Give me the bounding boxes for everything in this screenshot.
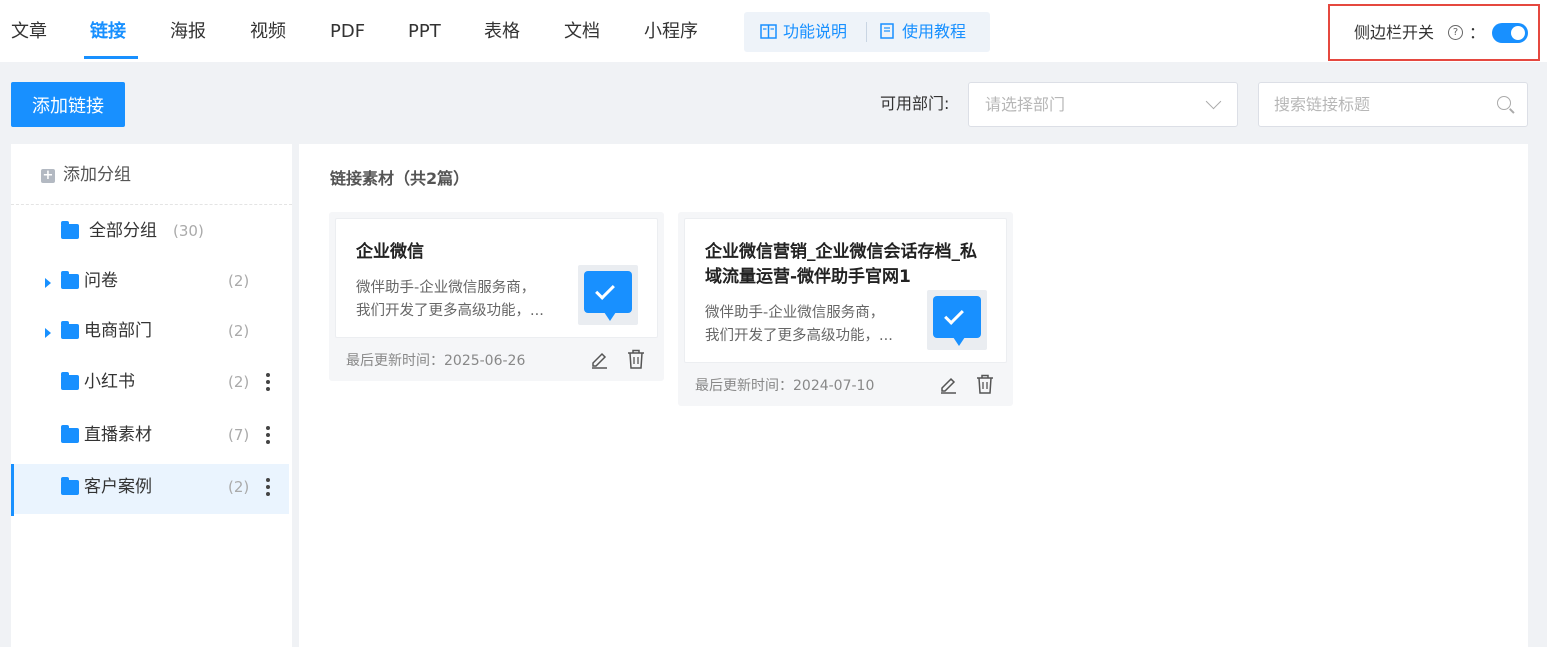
help-divider [866,22,867,42]
tutorial-label: 使用教程 [902,22,967,41]
department-select[interactable]: 请选择部门 [968,82,1238,127]
card-title: 企业微信 [356,242,424,262]
sidebar-toggle-switch[interactable] [1492,23,1528,43]
chevron-down-icon [1205,93,1222,110]
folder-icon [61,425,79,443]
group-name: 客户案例 [84,477,152,497]
plus-icon: + [41,168,55,183]
tab-spreadsheet[interactable]: 表格 [484,20,520,44]
folder-icon [61,321,79,339]
tab-poster[interactable]: 海报 [170,20,206,44]
card-description-line: 微伴助手-企业微信服务商， [356,280,536,296]
group-item-all[interactable]: 全部分组 (30) [11,208,289,258]
document-icon [880,23,894,39]
top-tab-bar: 文章 链接 海报 视频 PDF PPT 表格 文档 小程序 功能说明 使用教程 … [0,0,1547,62]
card-body: 企业微信 微伴助手-企业微信服务商， 我们开发了更多高级功能，... [335,218,658,338]
sidebar-divider [11,204,292,205]
card-description-line: 我们开发了更多高级功能，... [705,328,893,344]
department-label: 可用部门: [880,94,950,113]
group-count: (2) [228,478,250,496]
tab-document[interactable]: 文档 [564,20,600,44]
card-title: 企业微信营销_企业微信会话存档_私域流量运营-微伴助手官网1 [705,242,977,287]
check-icon [595,280,615,300]
chat-bubble-icon [933,296,981,346]
tab-video[interactable]: 视频 [250,20,286,44]
folder-icon [61,271,79,289]
active-tab-indicator [84,56,138,59]
check-icon [944,305,964,325]
group-count: (2) [228,272,250,290]
card-description-line: 微伴助手-企业微信服务商， [705,305,885,321]
search-icon[interactable] [1497,96,1511,110]
more-vertical-icon[interactable] [266,478,270,498]
card-description-line: 我们开发了更多高级功能，... [356,303,544,319]
group-name: 问卷 [84,271,118,291]
group-count: (2) [228,373,250,391]
group-item-customer-cases[interactable]: 客户案例 (2) [11,464,289,516]
group-item-ecommerce[interactable]: 电商部门 (2) [11,308,289,358]
switch-knob [1511,26,1525,40]
group-sidebar: + 添加分组 全部分组 (30) 问卷 (2) 电商部门 (2) 小红书 (2) … [11,144,292,647]
tab-pdf[interactable]: PDF [330,20,365,44]
search-box [1258,82,1528,127]
folder-icon [61,221,79,239]
feature-description-link[interactable]: 功能说明 [760,22,847,42]
sidebar-toggle-label: 侧边栏开关 [1354,23,1435,42]
question-icon[interactable]: ? [1448,25,1463,40]
more-vertical-icon[interactable] [266,426,270,446]
caret-right-icon[interactable] [45,278,51,288]
help-links-box: 功能说明 使用教程 [744,12,990,52]
group-count: (7) [228,426,250,444]
tab-mini-program[interactable]: 小程序 [644,20,698,44]
add-link-button[interactable]: 添加链接 [11,82,125,127]
group-name: 全部分组 [89,221,157,241]
group-count: (30) [173,222,204,240]
tab-link[interactable]: 链接 [90,20,126,44]
section-title: 链接素材（共2篇） [330,169,470,188]
wecom-logo-thumbnail [578,265,638,325]
search-input[interactable] [1259,83,1479,126]
caret-right-icon[interactable] [45,328,51,338]
group-item-xiaohongshu[interactable]: 小红书 (2) [11,359,289,409]
folder-icon [61,477,79,495]
chat-bubble-icon [584,271,632,321]
card-body: 企业微信营销_企业微信会话存档_私域流量运营-微伴助手官网1 微伴助手-企业微信… [684,218,1007,363]
book-icon [760,24,777,39]
tab-article[interactable]: 文章 [11,20,47,44]
sidebar-toggle-area: 侧边栏开关 ? ： [1328,4,1540,61]
card-updated-time: 最后更新时间：2025-06-26 [346,353,526,369]
group-item-livestream[interactable]: 直播素材 (7) [11,412,289,462]
folder-icon [61,372,79,390]
feature-description-label: 功能说明 [783,22,848,41]
group-name: 电商部门 [84,321,152,341]
delete-icon[interactable] [976,374,994,394]
link-card[interactable]: 企业微信 微伴助手-企业微信服务商， 我们开发了更多高级功能，... 最后更新时… [329,212,664,381]
add-group-label: 添加分组 [63,165,131,185]
wecom-logo-thumbnail [927,290,987,350]
group-count: (2) [228,322,250,340]
tutorial-link[interactable]: 使用教程 [880,22,966,42]
link-material-panel: 链接素材（共2篇） 企业微信 微伴助手-企业微信服务商， 我们开发了更多高级功能… [299,144,1528,647]
edit-icon[interactable] [590,349,608,369]
group-name: 直播素材 [84,425,152,445]
card-updated-time: 最后更新时间：2024-07-10 [695,378,875,394]
link-card[interactable]: 企业微信营销_企业微信会话存档_私域流量运营-微伴助手官网1 微伴助手-企业微信… [678,212,1013,406]
toggle-colon: ： [1469,23,1486,42]
department-placeholder: 请选择部门 [985,95,1066,114]
delete-icon[interactable] [627,349,645,369]
edit-icon[interactable] [939,374,957,394]
add-group-button[interactable]: + 添加分组 [41,164,131,186]
group-item-survey[interactable]: 问卷 (2) [11,258,289,308]
group-name: 小红书 [84,372,135,392]
more-vertical-icon[interactable] [266,373,270,393]
tab-ppt[interactable]: PPT [408,20,441,44]
